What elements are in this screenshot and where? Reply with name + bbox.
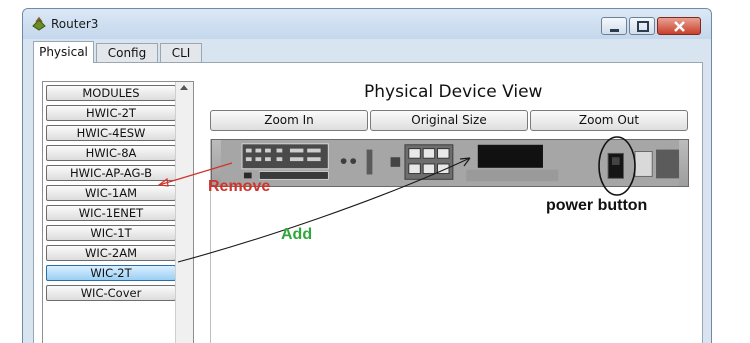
tab-physical[interactable]: Physical <box>33 41 94 63</box>
annotation-overlay <box>157 136 636 263</box>
add-annotation: Add <box>281 226 313 243</box>
remove-annotation: Remove <box>208 178 271 195</box>
power-button-annotation: power button <box>546 197 648 214</box>
power-button-highlight <box>598 136 636 196</box>
add-arrow <box>177 157 471 263</box>
